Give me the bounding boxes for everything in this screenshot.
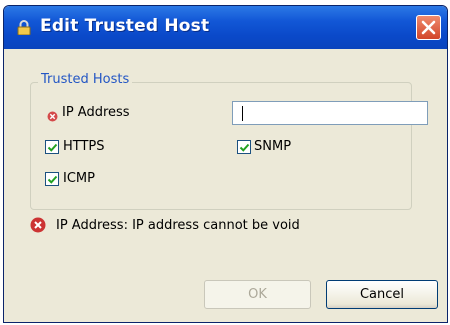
checkmark-icon bbox=[47, 175, 58, 184]
icmp-label: ICMP bbox=[63, 171, 95, 186]
checkmark-icon bbox=[239, 143, 250, 152]
error-icon bbox=[30, 217, 46, 233]
https-label: HTTPS bbox=[63, 139, 105, 154]
lock-icon bbox=[17, 20, 31, 36]
dialog-title: Edit Trusted Host bbox=[40, 16, 210, 36]
checkmark-icon bbox=[47, 143, 58, 152]
icmp-checkbox[interactable] bbox=[45, 172, 59, 186]
cancel-button[interactable]: Cancel bbox=[326, 280, 438, 309]
close-icon bbox=[421, 20, 436, 35]
close-button[interactable] bbox=[416, 15, 441, 40]
text-caret bbox=[242, 106, 243, 121]
error-icon bbox=[47, 107, 58, 122]
validation-message: IP Address: IP address cannot be void bbox=[56, 218, 300, 233]
group-legend: Trusted Hosts bbox=[38, 72, 133, 87]
snmp-label: SNMP bbox=[254, 139, 292, 154]
https-checkbox[interactable] bbox=[45, 140, 59, 154]
edit-trusted-host-dialog: Edit Trusted Host Trusted Hosts IP Addre… bbox=[3, 5, 448, 323]
ip-address-input[interactable] bbox=[232, 101, 428, 125]
title-bar[interactable]: Edit Trusted Host bbox=[4, 6, 447, 49]
snmp-checkbox[interactable] bbox=[237, 140, 251, 154]
ip-address-label: IP Address bbox=[62, 105, 130, 120]
ok-button[interactable]: OK bbox=[204, 280, 311, 309]
